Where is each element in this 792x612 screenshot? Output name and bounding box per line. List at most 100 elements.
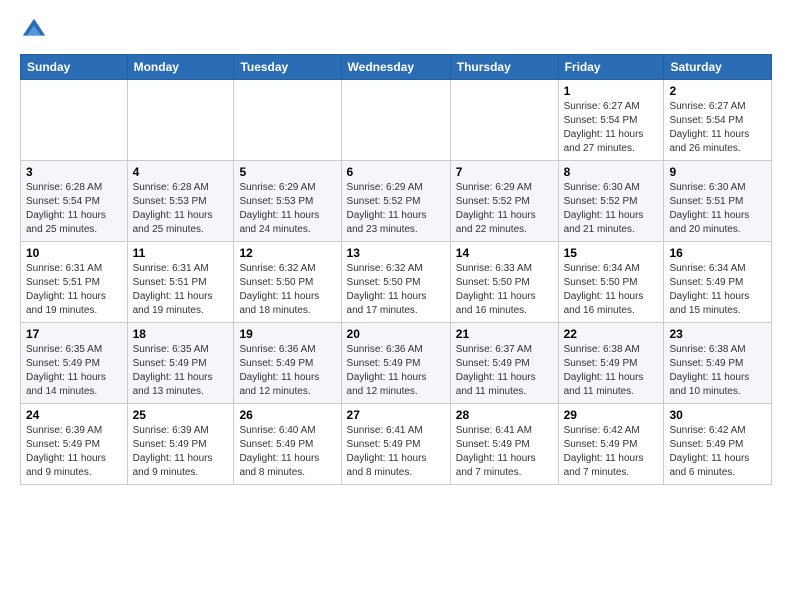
calendar-cell: 30 Sunrise: 6:42 AM Sunset: 5:49 PM Dayli… [664,404,772,485]
day-info: Sunrise: 6:42 AM Sunset: 5:49 PM Dayligh… [564,424,659,480]
calendar-cell: 5Sunrise: 6:29 AM Sunset: 5:53 PM Daylig… [234,161,341,242]
day-info: Sunrise: 6:31 AM Sunset: 5:51 PM Dayligh… [26,262,122,318]
calendar-cell: 8Sunrise: 6:30 AM Sunset: 5:52 PM Daylig… [558,161,664,242]
calendar-cell: 10 Sunrise: 6:31 AM Sunset: 5:51 PM Dayli… [21,242,128,323]
calendar-cell [127,80,234,161]
day-number: 24 [26,408,122,422]
day-info: Sunrise: 6:30 AM Sunset: 5:51 PM Dayligh… [669,181,766,237]
col-header-thursday: Thursday [450,55,558,80]
day-info: Sunrise: 6:41 AM Sunset: 5:49 PM Dayligh… [456,424,553,480]
calendar-cell: 26Sunrise: 6:40 AM Sunset: 5:49 PM Dayli… [234,404,341,485]
calendar-cell: 6 Sunrise: 6:29 AM Sunset: 5:52 PM Daylig… [341,161,450,242]
calendar-cell: 9 Sunrise: 6:30 AM Sunset: 5:51 PM Daylig… [664,161,772,242]
day-number: 29 [564,408,659,422]
calendar-cell: 25 Sunrise: 6:39 AM Sunset: 5:49 PM Dayli… [127,404,234,485]
day-number: 8 [564,165,659,179]
calendar-cell: 17 Sunrise: 6:35 AM Sunset: 5:49 PM Dayli… [21,323,128,404]
day-info: Sunrise: 6:27 AM Sunset: 5:54 PM Dayligh… [564,100,659,156]
day-number: 2 [669,84,766,98]
day-number: 18 [133,327,229,341]
calendar-cell: 11 Sunrise: 6:31 AM Sunset: 5:51 PM Dayli… [127,242,234,323]
day-info: Sunrise: 6:38 AM Sunset: 5:49 PM Dayligh… [669,343,766,399]
calendar-cell [234,80,341,161]
day-info: Sunrise: 6:27 AM Sunset: 5:54 PM Dayligh… [669,100,766,156]
calendar-cell: 27 Sunrise: 6:41 AM Sunset: 5:49 PM Dayli… [341,404,450,485]
week-row-4: 17 Sunrise: 6:35 AM Sunset: 5:49 PM Dayli… [21,323,772,404]
day-number: 22 [564,327,659,341]
day-number: 14 [456,246,553,260]
day-info: Sunrise: 6:36 AM Sunset: 5:49 PM Dayligh… [239,343,335,399]
calendar-cell: 24 Sunrise: 6:39 AM Sunset: 5:49 PM Dayli… [21,404,128,485]
calendar-cell: 18 Sunrise: 6:35 AM Sunset: 5:49 PM Dayli… [127,323,234,404]
calendar-cell: 21 Sunrise: 6:37 AM Sunset: 5:49 PM Dayli… [450,323,558,404]
day-info: Sunrise: 6:32 AM Sunset: 5:50 PM Dayligh… [347,262,445,318]
day-number: 3 [26,165,122,179]
day-number: 27 [347,408,445,422]
day-number: 26 [239,408,335,422]
day-number: 6 [347,165,445,179]
col-header-wednesday: Wednesday [341,55,450,80]
day-number: 1 [564,84,659,98]
day-number: 19 [239,327,335,341]
calendar-cell: 7 Sunrise: 6:29 AM Sunset: 5:52 PM Daylig… [450,161,558,242]
day-number: 28 [456,408,553,422]
day-number: 10 [26,246,122,260]
col-header-monday: Monday [127,55,234,80]
calendar-cell: 15 Sunrise: 6:34 AM Sunset: 5:50 PM Dayli… [558,242,664,323]
day-number: 17 [26,327,122,341]
logo [20,16,52,44]
day-info: Sunrise: 6:29 AM Sunset: 5:52 PM Dayligh… [456,181,553,237]
week-row-5: 24 Sunrise: 6:39 AM Sunset: 5:49 PM Dayli… [21,404,772,485]
day-number: 30 [669,408,766,422]
day-number: 13 [347,246,445,260]
calendar-cell [341,80,450,161]
day-info: Sunrise: 6:34 AM Sunset: 5:50 PM Dayligh… [564,262,659,318]
calendar-cell: 16Sunrise: 6:34 AM Sunset: 5:49 PM Dayli… [664,242,772,323]
calendar-cell: 4 Sunrise: 6:28 AM Sunset: 5:53 PM Daylig… [127,161,234,242]
calendar-cell: 29 Sunrise: 6:42 AM Sunset: 5:49 PM Dayli… [558,404,664,485]
day-info: Sunrise: 6:35 AM Sunset: 5:49 PM Dayligh… [26,343,122,399]
col-header-tuesday: Tuesday [234,55,341,80]
calendar-cell: 14 Sunrise: 6:33 AM Sunset: 5:50 PM Dayli… [450,242,558,323]
day-number: 5 [239,165,335,179]
header [20,16,772,44]
day-number: 20 [347,327,445,341]
day-info: Sunrise: 6:39 AM Sunset: 5:49 PM Dayligh… [26,424,122,480]
day-number: 16 [669,246,766,260]
calendar-header-row: SundayMondayTuesdayWednesdayThursdayFrid… [21,55,772,80]
day-number: 4 [133,165,229,179]
calendar-cell: 19 Sunrise: 6:36 AM Sunset: 5:49 PM Dayli… [234,323,341,404]
page: SundayMondayTuesdayWednesdayThursdayFrid… [0,0,792,501]
col-header-sunday: Sunday [21,55,128,80]
calendar-cell: 3Sunrise: 6:28 AM Sunset: 5:54 PM Daylig… [21,161,128,242]
day-info: Sunrise: 6:35 AM Sunset: 5:49 PM Dayligh… [133,343,229,399]
calendar-cell: 13 Sunrise: 6:32 AM Sunset: 5:50 PM Dayli… [341,242,450,323]
day-info: Sunrise: 6:28 AM Sunset: 5:53 PM Dayligh… [133,181,229,237]
col-header-friday: Friday [558,55,664,80]
day-info: Sunrise: 6:39 AM Sunset: 5:49 PM Dayligh… [133,424,229,480]
day-number: 11 [133,246,229,260]
day-number: 7 [456,165,553,179]
day-info: Sunrise: 6:33 AM Sunset: 5:50 PM Dayligh… [456,262,553,318]
day-number: 9 [669,165,766,179]
calendar-cell: 1 Sunrise: 6:27 AM Sunset: 5:54 PM Daylig… [558,80,664,161]
day-info: Sunrise: 6:29 AM Sunset: 5:52 PM Dayligh… [347,181,445,237]
calendar-cell: 22 Sunrise: 6:38 AM Sunset: 5:49 PM Dayli… [558,323,664,404]
day-info: Sunrise: 6:37 AM Sunset: 5:49 PM Dayligh… [456,343,553,399]
day-info: Sunrise: 6:31 AM Sunset: 5:51 PM Dayligh… [133,262,229,318]
calendar-cell [450,80,558,161]
week-row-1: 1 Sunrise: 6:27 AM Sunset: 5:54 PM Daylig… [21,80,772,161]
day-info: Sunrise: 6:38 AM Sunset: 5:49 PM Dayligh… [564,343,659,399]
col-header-saturday: Saturday [664,55,772,80]
day-info: Sunrise: 6:36 AM Sunset: 5:49 PM Dayligh… [347,343,445,399]
day-number: 21 [456,327,553,341]
calendar-cell: 28 Sunrise: 6:41 AM Sunset: 5:49 PM Dayli… [450,404,558,485]
day-info: Sunrise: 6:42 AM Sunset: 5:49 PM Dayligh… [669,424,766,480]
calendar-table: SundayMondayTuesdayWednesdayThursdayFrid… [20,54,772,485]
day-number: 12 [239,246,335,260]
logo-icon [20,16,48,44]
day-number: 25 [133,408,229,422]
day-number: 15 [564,246,659,260]
calendar-cell: 23Sunrise: 6:38 AM Sunset: 5:49 PM Dayli… [664,323,772,404]
day-info: Sunrise: 6:41 AM Sunset: 5:49 PM Dayligh… [347,424,445,480]
